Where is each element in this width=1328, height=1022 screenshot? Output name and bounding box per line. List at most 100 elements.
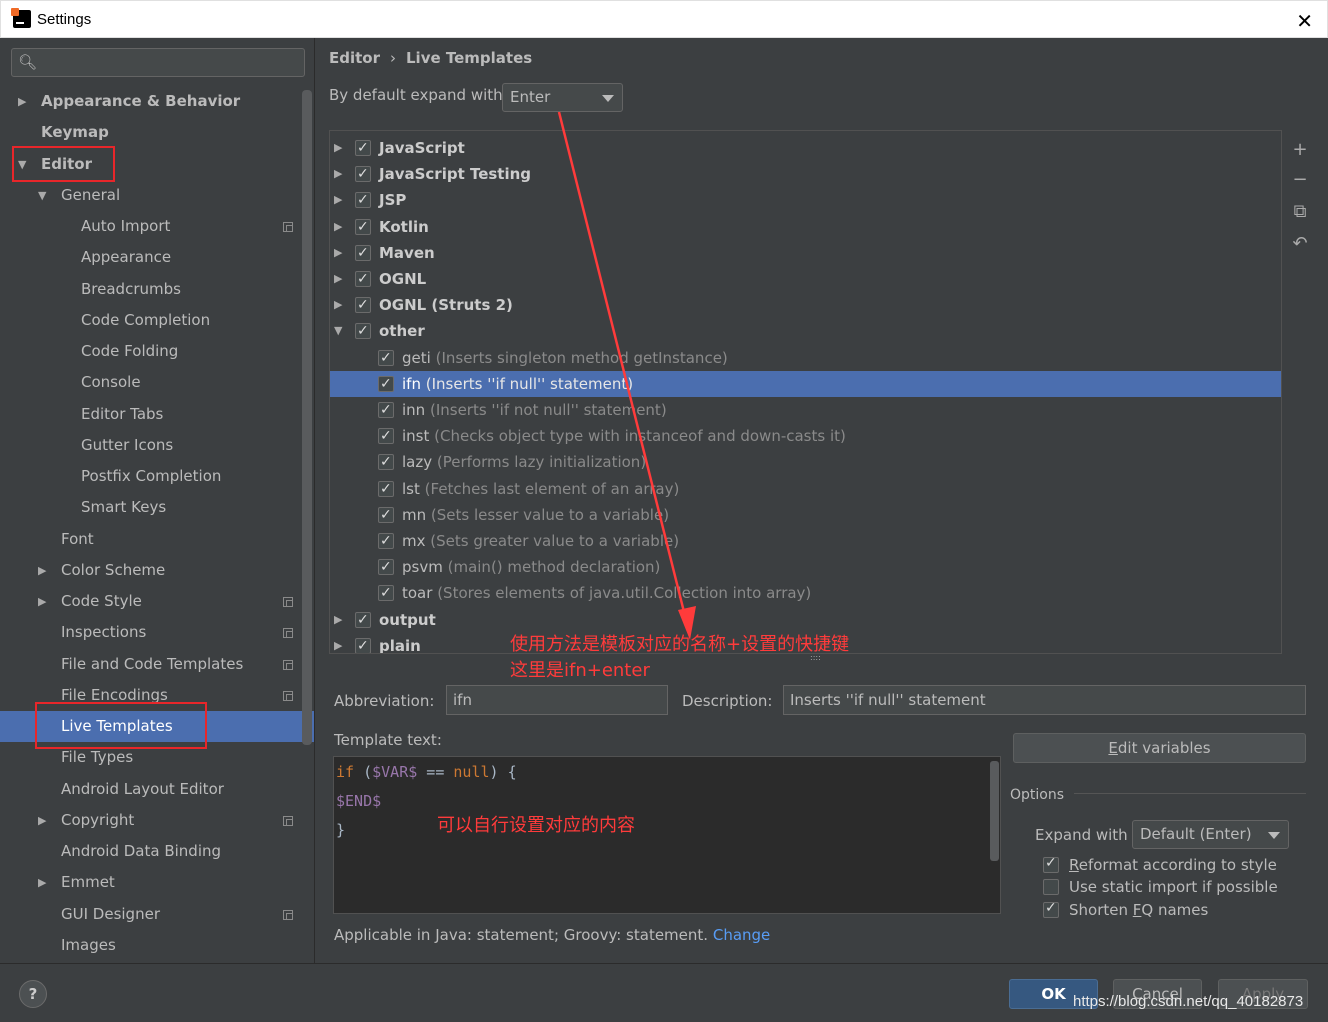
template-enabled-checkbox[interactable] <box>378 397 394 423</box>
template-item-geti[interactable]: geti (Inserts singleton method getInstan… <box>330 345 1281 371</box>
edit-variables-button[interactable]: Edit variables <box>1013 733 1306 763</box>
template-enabled-checkbox[interactable] <box>378 528 394 554</box>
template-item-ifn[interactable]: ifn (Inserts ''if null'' statement) <box>330 370 1281 397</box>
sidebar-item-color-scheme[interactable]: ▶ Color Scheme <box>0 555 314 586</box>
chevron-right-icon[interactable]: ▶ <box>38 867 46 898</box>
settings-search-input[interactable]: 🔍︎ <box>11 48 305 77</box>
template-enabled-checkbox[interactable] <box>355 214 371 240</box>
sidebar-item-appearance-behavior[interactable]: ▶ Appearance & Behavior <box>0 86 314 117</box>
editor-scrollbar[interactable] <box>990 761 999 861</box>
restore-icon[interactable]: ↶ <box>1288 232 1312 256</box>
abbreviation-input[interactable]: ifn <box>446 685 668 715</box>
template-group-other[interactable]: ▼ other <box>330 318 1281 344</box>
default-expand-select[interactable]: Enter <box>502 83 623 112</box>
sidebar-item-emmet[interactable]: ▶ Emmet <box>0 867 314 898</box>
sidebar-item-file-and-code-templates[interactable]: File and Code Templates <box>0 649 314 680</box>
template-enabled-checkbox[interactable] <box>355 633 371 653</box>
template-enabled-checkbox[interactable] <box>378 345 394 371</box>
template-group-javascript[interactable]: ▶ JavaScript <box>330 135 1281 161</box>
sidebar-item-gui-designer[interactable]: GUI Designer <box>0 899 314 930</box>
add-icon[interactable]: + <box>1288 138 1312 162</box>
template-group-jsp[interactable]: ▶ JSP <box>330 187 1281 213</box>
reformat-checkbox[interactable] <box>1043 852 1059 874</box>
template-item-mn[interactable]: mn (Sets lesser value to a variable) <box>330 502 1281 528</box>
chevron-down-icon[interactable]: ▼ <box>334 318 342 344</box>
close-icon[interactable]: ✕ <box>1296 9 1313 33</box>
template-enabled-checkbox[interactable] <box>355 266 371 292</box>
chevron-right-icon[interactable]: ▶ <box>334 161 342 187</box>
description-input[interactable]: Inserts ''if null'' statement <box>783 685 1306 715</box>
sidebar-item-smart-keys[interactable]: Smart Keys <box>0 492 314 523</box>
breadcrumb-parent[interactable]: Editor <box>329 49 380 67</box>
splitter-handle[interactable]: :::: <box>810 653 821 662</box>
chevron-right-icon[interactable]: ▶ <box>334 607 342 633</box>
sidebar-item-gutter-icons[interactable]: Gutter Icons <box>0 430 314 461</box>
template-group-output[interactable]: ▶ output <box>330 607 1281 633</box>
chevron-right-icon[interactable]: ▶ <box>334 292 342 318</box>
template-enabled-checkbox[interactable] <box>378 371 394 397</box>
sidebar-item-breadcrumbs[interactable]: Breadcrumbs <box>0 274 314 305</box>
chevron-right-icon[interactable]: ▶ <box>38 586 46 617</box>
template-group-ognl-struts-2[interactable]: ▶ OGNL (Struts 2) <box>330 292 1281 318</box>
template-item-inn[interactable]: inn (Inserts ''if not null'' statement) <box>330 397 1281 423</box>
sidebar-item-android-data-binding[interactable]: Android Data Binding <box>0 836 314 867</box>
template-group-ognl[interactable]: ▶ OGNL <box>330 266 1281 292</box>
chevron-right-icon[interactable]: ▶ <box>334 135 342 161</box>
chevron-right-icon[interactable]: ▶ <box>18 86 26 117</box>
template-item-mx[interactable]: mx (Sets greater value to a variable) <box>330 528 1281 554</box>
template-item-inst[interactable]: inst (Checks object type with instanceof… <box>330 423 1281 449</box>
sidebar-item-code-style[interactable]: ▶ Code Style <box>0 586 314 617</box>
template-enabled-checkbox[interactable] <box>378 502 394 528</box>
template-enabled-checkbox[interactable] <box>355 240 371 266</box>
chevron-right-icon[interactable]: ▶ <box>334 187 342 213</box>
sidebar-item-postfix-completion[interactable]: Postfix Completion <box>0 461 314 492</box>
template-enabled-checkbox[interactable] <box>378 449 394 475</box>
chevron-right-icon[interactable]: ▶ <box>38 805 46 836</box>
expand-with-select[interactable]: Default (Enter) <box>1132 820 1289 849</box>
template-group-kotlin[interactable]: ▶ Kotlin <box>330 214 1281 240</box>
template-enabled-checkbox[interactable] <box>355 135 371 161</box>
sidebar-item-copyright[interactable]: ▶ Copyright <box>0 805 314 836</box>
template-item-lst[interactable]: lst (Fetches last element of an array) <box>330 476 1281 502</box>
template-enabled-checkbox[interactable] <box>355 161 371 187</box>
template-enabled-checkbox[interactable] <box>378 554 394 580</box>
chevron-right-icon[interactable]: ▶ <box>38 555 46 586</box>
sidebar-scrollbar[interactable] <box>302 90 312 745</box>
sidebar-item-keymap[interactable]: Keymap <box>0 117 314 148</box>
sidebar-item-images[interactable]: Images <box>0 930 314 961</box>
sidebar-item-general[interactable]: ▼ General <box>0 180 314 211</box>
template-enabled-checkbox[interactable] <box>378 476 394 502</box>
template-enabled-checkbox[interactable] <box>355 292 371 318</box>
sidebar-item-appearance[interactable]: Appearance <box>0 242 314 273</box>
shorten-fq-checkbox[interactable] <box>1043 897 1059 919</box>
chevron-down-icon[interactable]: ▼ <box>38 180 46 211</box>
template-enabled-checkbox[interactable] <box>355 607 371 633</box>
template-item-psvm[interactable]: psvm (main() method declaration) <box>330 554 1281 580</box>
template-enabled-checkbox[interactable] <box>355 318 371 344</box>
sidebar-item-inspections[interactable]: Inspections <box>0 617 314 648</box>
chevron-right-icon[interactable]: ▶ <box>334 633 342 653</box>
sidebar-item-auto-import[interactable]: Auto Import <box>0 211 314 242</box>
template-group-javascript-testing[interactable]: ▶ JavaScript Testing <box>330 161 1281 187</box>
template-enabled-checkbox[interactable] <box>378 580 394 606</box>
sidebar-item-code-completion[interactable]: Code Completion <box>0 305 314 336</box>
chevron-right-icon[interactable]: ▶ <box>334 266 342 292</box>
template-text-editor[interactable]: if ($VAR$ == null) { $END$ } <box>333 756 1001 914</box>
change-context-link[interactable]: Change <box>713 926 770 944</box>
template-enabled-checkbox[interactable] <box>355 187 371 213</box>
copy-icon[interactable]: ⧉ <box>1288 200 1312 224</box>
remove-icon[interactable]: − <box>1288 168 1312 192</box>
template-enabled-checkbox[interactable] <box>378 423 394 449</box>
chevron-right-icon[interactable]: ▶ <box>334 240 342 266</box>
sidebar-item-code-folding[interactable]: Code Folding <box>0 336 314 367</box>
sidebar-item-editor-tabs[interactable]: Editor Tabs <box>0 399 314 430</box>
sidebar-item-android-layout-editor[interactable]: Android Layout Editor <box>0 774 314 805</box>
sidebar-item-font[interactable]: Font <box>0 524 314 555</box>
template-item-lazy[interactable]: lazy (Performs lazy initialization) <box>330 449 1281 475</box>
sidebar-item-console[interactable]: Console <box>0 367 314 398</box>
template-item-toar[interactable]: toar (Stores elements of java.util.Colle… <box>330 580 1281 606</box>
static-import-checkbox[interactable] <box>1043 879 1059 895</box>
help-button[interactable]: ? <box>19 980 47 1008</box>
template-group-maven[interactable]: ▶ Maven <box>330 240 1281 266</box>
chevron-right-icon[interactable]: ▶ <box>334 214 342 240</box>
